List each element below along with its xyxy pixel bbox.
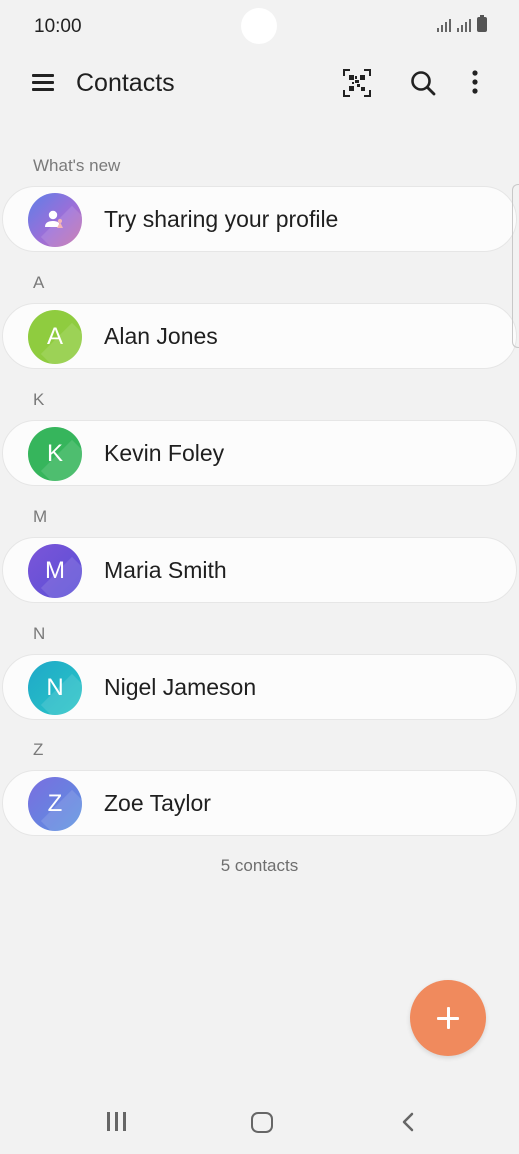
status-time: 10:00 xyxy=(34,16,82,37)
contact-name: Maria Smith xyxy=(104,557,227,583)
signal-icon-2 xyxy=(457,18,471,32)
menu-icon[interactable] xyxy=(32,71,56,95)
contact-row-nigel-jameson[interactable]: N Nigel Jameson xyxy=(2,654,517,720)
profile-share-card[interactable]: Try sharing your profile xyxy=(2,186,517,252)
contact-name: Kevin Foley xyxy=(104,440,225,466)
avatar: N xyxy=(28,661,82,715)
recents-icon[interactable] xyxy=(106,1112,128,1132)
home-icon[interactable] xyxy=(251,1112,273,1133)
avatar: M xyxy=(28,544,82,598)
camera-cutout xyxy=(241,8,277,44)
avatar: A xyxy=(28,310,82,364)
contacts-count: 5 contacts xyxy=(220,856,299,875)
more-options-icon[interactable] xyxy=(463,68,487,98)
battery-icon xyxy=(477,15,487,32)
contact-name: Nigel Jameson xyxy=(104,674,257,700)
section-header-m: M xyxy=(33,507,48,526)
section-header-k: K xyxy=(33,390,45,409)
back-icon[interactable] xyxy=(398,1111,418,1133)
section-header-n: N xyxy=(33,624,46,643)
app-bar: Contacts xyxy=(0,52,519,116)
qr-code-icon[interactable] xyxy=(342,68,372,98)
contact-name: Zoe Taylor xyxy=(104,790,211,816)
contact-row-maria-smith[interactable]: M Maria Smith xyxy=(2,537,517,603)
avatar: K xyxy=(28,427,82,481)
search-icon[interactable] xyxy=(409,69,437,97)
contact-row-zoe-taylor[interactable]: Z Zoe Taylor xyxy=(2,770,517,836)
section-header-whats-new: What's new xyxy=(33,156,121,175)
navigation-bar xyxy=(0,1092,519,1154)
contact-row-kevin-foley[interactable]: K Kevin Foley xyxy=(2,420,517,486)
avatar: Z xyxy=(28,777,82,831)
section-header-z: Z xyxy=(33,740,44,759)
contact-row-alan-jones[interactable]: A Alan Jones xyxy=(2,303,517,369)
scrollbar[interactable] xyxy=(512,184,519,348)
profile-share-icon xyxy=(28,193,82,247)
page-title: Contacts xyxy=(76,69,175,97)
contact-name: Alan Jones xyxy=(104,323,218,349)
status-icons xyxy=(437,15,487,32)
add-contact-button[interactable] xyxy=(410,980,486,1056)
signal-icon xyxy=(437,18,451,32)
section-header-a: A xyxy=(33,273,45,292)
profile-share-label: Try sharing your profile xyxy=(104,206,339,232)
status-bar: 10:00 xyxy=(0,0,519,52)
